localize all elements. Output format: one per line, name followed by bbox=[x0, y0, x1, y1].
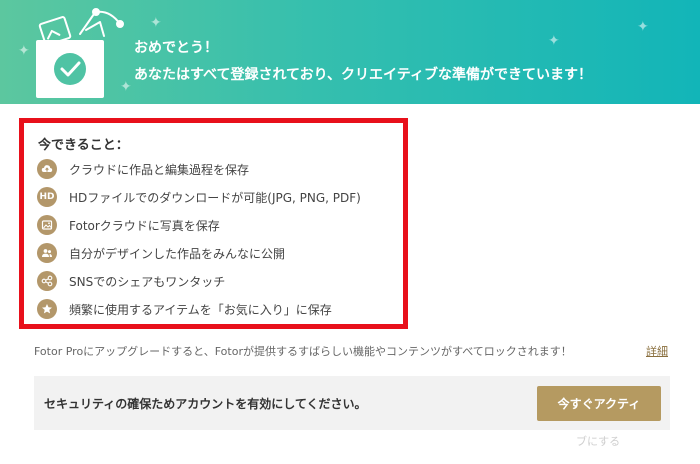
creative-box-icon bbox=[36, 8, 124, 98]
share-icon bbox=[37, 271, 57, 291]
banner-title: おめでとう！ bbox=[134, 40, 218, 56]
feature-label: クラウドに作品と編集過程を保存 bbox=[69, 162, 250, 177]
star-icon bbox=[37, 299, 57, 319]
features-box: 今できること： クラウドに作品と編集過程を保存 HD HDファイルでのダウンロー… bbox=[19, 118, 408, 329]
feature-item: 自分がデザインした作品をみんなに公開 bbox=[37, 243, 407, 263]
feature-item: Fotorクラウドに写真を保存 bbox=[37, 215, 407, 235]
banner-subtitle: あなたはすべて登録されており、クリエイティブな準備ができています！ bbox=[134, 67, 592, 83]
feature-label: Fotorクラウドに写真を保存 bbox=[69, 218, 220, 233]
feature-item: 頻繁に使用するアイテムを「お気に入り」に保存 bbox=[37, 299, 407, 319]
feature-label: SNSでのシェアもワンタッチ bbox=[69, 274, 226, 289]
success-banner: ✦ ✦ ✦ ✦ ✦ おめでとう！ あなたはすべて登録されており、クリエイティブな… bbox=[0, 0, 700, 104]
cloud-upload-icon bbox=[37, 159, 57, 179]
sparkle-icon: ✦ bbox=[150, 15, 162, 31]
pro-upgrade-note: Fotor Proにアップグレードすると、Fotorが提供するすばらしい機能やコ… bbox=[34, 345, 572, 358]
sparkle-icon: ✦ bbox=[637, 19, 649, 35]
activate-now-button[interactable]: 今すぐアクティ bbox=[537, 386, 661, 421]
image-icon bbox=[37, 215, 57, 235]
security-message: セキュリティの確保ためアカウントを有効にしてください。 bbox=[44, 397, 367, 411]
feature-label: 自分がデザインした作品をみんなに公開 bbox=[69, 246, 286, 261]
feature-label: 頻繁に使用するアイテムを「お気に入り」に保存 bbox=[69, 302, 332, 317]
feature-item: HD HDファイルでのダウンロードが可能(JPG, PNG, PDF) bbox=[37, 187, 407, 207]
feature-item: SNSでのシェアもワンタッチ bbox=[37, 271, 407, 291]
users-icon bbox=[37, 243, 57, 263]
hd-icon: HD bbox=[37, 187, 57, 207]
feature-item: クラウドに作品と編集過程を保存 bbox=[37, 159, 407, 179]
feature-label: HDファイルでのダウンロードが可能(JPG, PNG, PDF) bbox=[69, 190, 361, 205]
sparkle-icon: ✦ bbox=[548, 33, 560, 49]
activate-button-overflow-text: ブにする bbox=[576, 435, 621, 448]
details-link[interactable]: 詳細 bbox=[646, 343, 668, 359]
features-heading: 今できること： bbox=[38, 138, 129, 153]
